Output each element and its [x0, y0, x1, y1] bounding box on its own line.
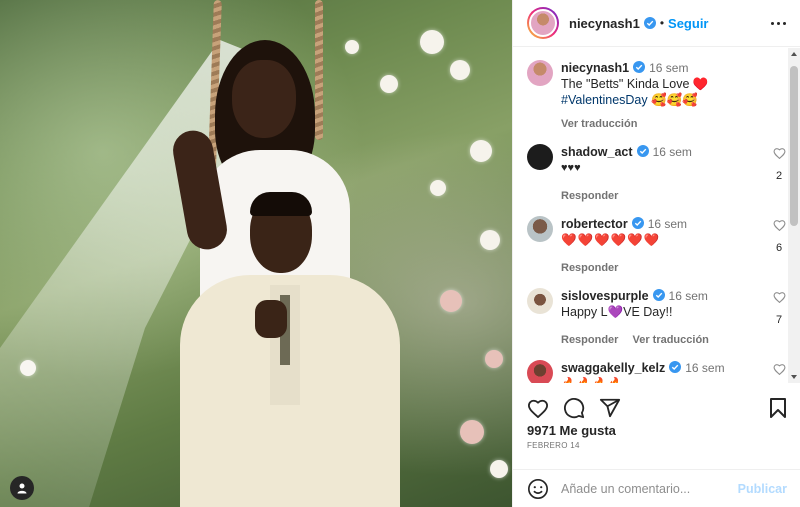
post-caption: niecynash1 16 sem The "Betts" Kinda Love … [527, 60, 789, 132]
add-comment-bar: Publicar [513, 469, 800, 507]
comment-avatar[interactable] [527, 360, 553, 383]
post-panel: niecynash1 • Seguir niecynash1 16 sem The… [512, 0, 800, 507]
share-icon[interactable] [599, 397, 621, 419]
heart-icon[interactable] [773, 147, 786, 160]
swing-rope-right [315, 0, 323, 140]
comment-time: 16 sem [668, 289, 708, 303]
user-tag-button[interactable] [10, 476, 34, 500]
post-date[interactable]: Febrero 14 [527, 441, 580, 450]
comment-like-count: 7 [775, 314, 783, 326]
comment-avatar[interactable] [527, 216, 553, 242]
likes-count[interactable]: 9971 Me gusta [527, 423, 616, 438]
comment-avatar[interactable] [527, 144, 553, 170]
caption-avatar[interactable] [527, 60, 553, 86]
comment-text: Happy L💜VE Day!! [561, 305, 673, 319]
heart-icon[interactable] [773, 219, 786, 232]
comment-time: 16 sem [647, 217, 688, 231]
save-icon[interactable] [769, 397, 787, 419]
publish-button[interactable]: Publicar [738, 482, 787, 496]
reply-link[interactable]: Responder [561, 334, 618, 346]
caption-emojis: 🥰🥰🥰 [651, 93, 698, 107]
comments-list[interactable]: niecynash1 16 sem The "Betts" Kinda Love … [513, 48, 800, 383]
photo-flower [345, 40, 359, 54]
photo-flower [450, 60, 470, 80]
scrollbar-thumb[interactable] [790, 66, 798, 226]
verified-icon [643, 17, 656, 29]
comment-avatar[interactable] [527, 288, 553, 314]
caption-text: The "Betts" Kinda Love ♥️ [561, 77, 709, 91]
heart-icon[interactable] [773, 291, 786, 304]
photo-flower [490, 460, 508, 478]
comment-item: shadow_act 16 sem ♥♥♥ Responder 2 [527, 144, 789, 204]
comment-item: robertector 16 sem ❤️❤️❤️❤️❤️❤️ Responder… [527, 216, 789, 276]
groom-hand [255, 300, 287, 338]
author-avatar-image [529, 9, 557, 37]
reply-link[interactable]: Responder [561, 190, 618, 202]
comment-text: ♥♥♥ [561, 162, 581, 174]
comment-input[interactable] [561, 481, 738, 496]
comment-icon[interactable] [563, 397, 585, 419]
comment-username[interactable]: robertector [561, 217, 628, 231]
verified-icon [669, 361, 682, 373]
comments-scrollbar[interactable] [788, 48, 800, 383]
bride-face [232, 60, 296, 138]
author-avatar[interactable] [527, 7, 559, 39]
photo-flower [480, 230, 500, 250]
scroll-up-arrow[interactable] [791, 52, 797, 56]
comment-username[interactable]: shadow_act [561, 145, 633, 159]
header-separator: • [659, 16, 665, 30]
comment-text: 🔥🔥🔥🔥 [561, 376, 789, 383]
post-header: niecynash1 • Seguir [513, 0, 800, 47]
reply-link[interactable]: Responder [561, 262, 618, 274]
comment-time: 16 sem [652, 145, 692, 159]
user-tag-icon [17, 483, 27, 494]
photo-flower [430, 180, 446, 196]
post-actions [513, 390, 800, 426]
comment-username[interactable]: sislovespurple [561, 289, 649, 303]
groom-hair [250, 192, 312, 216]
photo-flower [470, 140, 492, 162]
author-username[interactable]: niecynash1 [569, 16, 640, 31]
comment-item: swaggakelly_kelz 16 sem 🔥🔥🔥🔥 [527, 360, 789, 383]
emoji-icon[interactable] [527, 478, 549, 500]
comment-username[interactable]: swaggakelly_kelz [561, 361, 665, 375]
comment-like-count: 2 [775, 170, 783, 182]
comment-time: 16 sem [685, 361, 725, 375]
like-icon[interactable] [527, 398, 549, 418]
comment-like-count: 6 [775, 242, 783, 254]
verified-icon [652, 289, 665, 301]
more-options-icon[interactable] [771, 21, 786, 25]
comment-text: ❤️❤️❤️❤️❤️❤️ [561, 233, 661, 247]
verified-icon [631, 217, 644, 229]
photo-flower [380, 75, 398, 93]
caption-time: 16 sem [649, 61, 689, 75]
post-photo[interactable] [0, 0, 512, 507]
heart-icon[interactable] [773, 363, 786, 376]
photo-flower [485, 350, 503, 368]
photo-flower [440, 290, 462, 312]
caption-translate-link[interactable]: Ver traducción [561, 118, 637, 130]
comment-item: sislovespurple 16 sem Happy L💜VE Day!! Re… [527, 288, 789, 348]
follow-button[interactable]: Seguir [668, 16, 708, 31]
photo-flower [420, 30, 444, 54]
caption-username[interactable]: niecynash1 [561, 61, 629, 75]
caption-hashtag[interactable]: #ValentinesDay [561, 93, 648, 107]
scroll-down-arrow[interactable] [791, 375, 797, 379]
verified-icon [633, 61, 646, 73]
photo-flower [460, 420, 484, 444]
verified-icon [636, 145, 649, 157]
translate-link[interactable]: Ver traducción [632, 334, 708, 346]
